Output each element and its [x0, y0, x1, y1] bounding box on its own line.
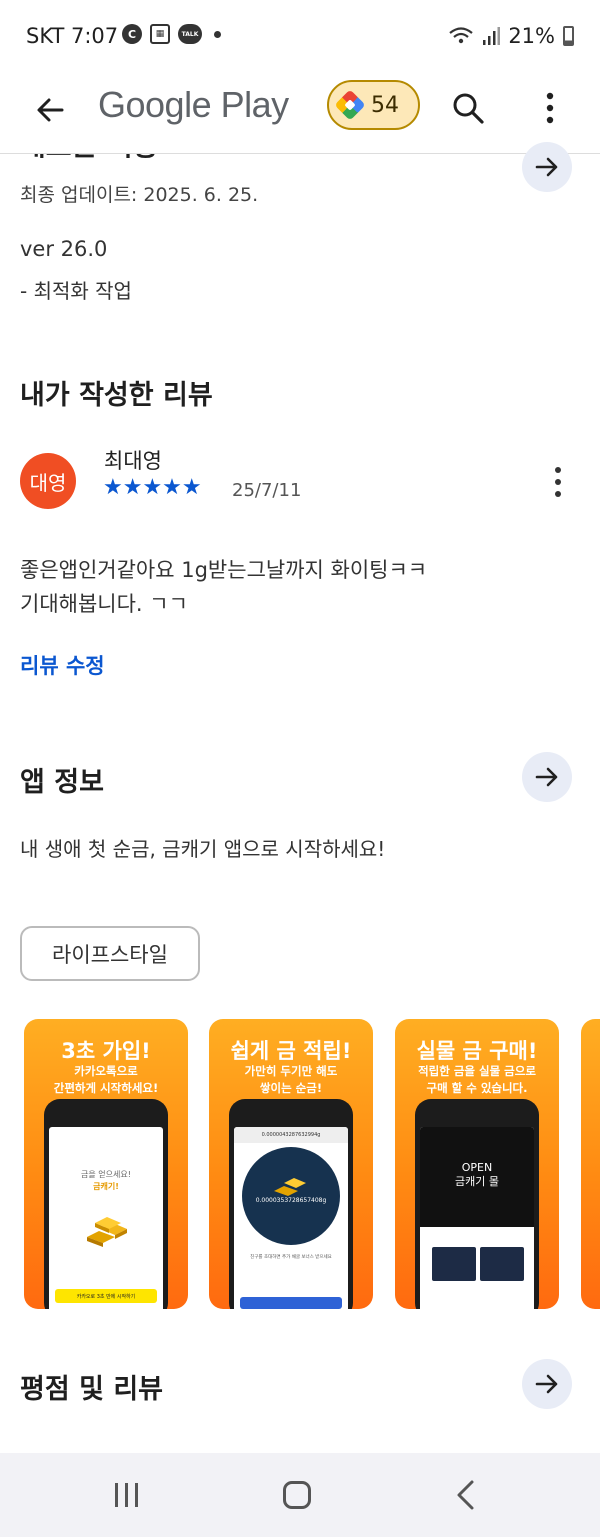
app-bar-title: Google Play	[98, 84, 289, 125]
screen-footer: 친구를 초대하면 추가 채굴 보너스 받으세요	[250, 1255, 332, 1260]
review-more-button[interactable]	[546, 462, 570, 502]
arrow-back-icon	[37, 98, 64, 122]
play-points-badge[interactable]: 54	[327, 80, 420, 130]
app-info-heading: 앱 정보	[20, 767, 104, 798]
recents-button[interactable]	[115, 1483, 145, 1507]
screenshot-2[interactable]: 쉽게 금 적립! 가만히 두기만 해도 쌓이는 순금! 0.0000043287…	[209, 1019, 373, 1309]
screen-text: 금을 얻으세요! 금캐기!	[49, 1169, 163, 1193]
screenshot-subtitle: 카카오톡으로 간편하게 시작하세요!	[24, 1063, 188, 1097]
kakao-start-button: 카카오로 3초 만에 시작하기	[55, 1289, 157, 1303]
phone-screen: OPEN 금캐기 몰	[420, 1127, 534, 1309]
mall-open-text: OPEN 금캐기 몰	[420, 1161, 534, 1189]
gold-amount: 0.0000353728657408g	[255, 1197, 327, 1204]
phone-screen: 금을 얻으세요! 금캐기! 카카오로 3초 만에 시작하기	[49, 1127, 163, 1309]
product-thumbnail	[432, 1247, 476, 1281]
battery-percent: 21%	[508, 24, 555, 48]
time-label: 7:07	[71, 24, 119, 48]
screen-top-value: 0.0000043287632994g	[234, 1127, 348, 1143]
review-text: 좋은앱인거같아요 1g받는그날까지 화이팅ㅋㅋ 기대해봅니다. ㄱㄱ	[20, 553, 580, 621]
dot-icon	[214, 30, 221, 38]
points-value: 54	[371, 92, 399, 118]
app-bar: Google Play 54	[0, 72, 600, 154]
system-icons: 21%	[448, 24, 574, 48]
category-chip[interactable]: 라이프스타일	[20, 926, 200, 981]
review-text-line: 기대해봅니다. ㄱㄱ	[20, 592, 188, 616]
mall-open-line: OPEN	[461, 1161, 493, 1174]
screen-text-line: 금을 얻으세요!	[81, 1170, 131, 1179]
battery-icon	[563, 26, 574, 46]
screenshot-subtitle-line: 적립한 금을 실물 금으로	[418, 1064, 536, 1078]
phone-mockup: 0.0000043287632994g 0.0000353728657408g …	[229, 1099, 353, 1309]
star-rating: ★★★★★	[103, 475, 202, 500]
screenshot-subtitle-line: 카카오톡으로	[74, 1064, 138, 1078]
arrow-forward-icon	[535, 1374, 558, 1394]
system-nav-bar	[0, 1453, 600, 1537]
back-button[interactable]	[28, 88, 72, 132]
screenshot-title: 3초 가입!	[61, 1039, 151, 1063]
product-thumbnail	[480, 1247, 524, 1281]
screenshot-title: 실물 금 구매!	[416, 1039, 538, 1063]
notification-icons: C ▦ TALK	[122, 24, 221, 44]
app-info-arrow-button[interactable]	[522, 752, 572, 802]
search-icon	[453, 93, 484, 124]
screenshot-subtitle: 가만히 두기만 해도 쌓이는 순금!	[209, 1063, 373, 1097]
arrow-forward-icon	[535, 767, 558, 787]
mining-circle	[242, 1147, 340, 1245]
phone-mockup: OPEN 금캐기 몰	[415, 1099, 539, 1309]
signal-icon	[483, 27, 501, 45]
carrier-label: SKT	[26, 24, 65, 48]
avatar: 대영	[20, 453, 76, 509]
more-vert-icon	[546, 92, 554, 124]
edit-review-link[interactable]: 리뷰 수정	[20, 650, 105, 680]
screenshot-1[interactable]: 3초 가입! 카카오톡으로 간편하게 시작하세요! 금을 얻으세요! 금캐기! …	[24, 1019, 188, 1309]
screenshot-subtitle-line: 쌓이는 순금!	[259, 1081, 323, 1095]
review-date: 25/7/11	[232, 480, 302, 501]
whats-new-arrow-button[interactable]	[522, 142, 572, 192]
review-text-line: 좋은앱인거같아요 1g받는그날까지 화이팅ㅋㅋ	[20, 558, 428, 582]
screen-button	[240, 1297, 342, 1309]
talk-icon: TALK	[178, 24, 202, 44]
play-points-icon	[334, 89, 366, 121]
arrow-forward-icon	[535, 157, 558, 177]
ratings-heading: 평점 및 리뷰	[20, 1374, 163, 1405]
wifi-icon	[449, 27, 474, 44]
phone-screen: 0.0000043287632994g 0.0000353728657408g …	[234, 1127, 348, 1309]
last-updated: 최종 업데이트: 2025. 6. 25.	[20, 184, 259, 206]
nav-back-button[interactable]	[454, 1479, 478, 1511]
screenshot-subtitle-line: 간편하게 시작하세요!	[53, 1081, 159, 1095]
screenshot-title: 쉽게 금 적립!	[230, 1039, 352, 1063]
release-notes: - 최적화 작업	[20, 279, 132, 303]
more-vert-icon	[555, 467, 561, 497]
gold-bars-icon	[87, 1217, 127, 1247]
gold-bars-icon	[274, 1178, 306, 1196]
screenshot-3[interactable]: 실물 금 구매! 적립한 금을 실물 금으로 구매 할 수 있습니다. OPEN…	[395, 1019, 559, 1309]
status-time: SKT 7:07	[26, 24, 118, 48]
screenshot-subtitle-line: 가만히 두기만 해도	[244, 1064, 338, 1078]
more-options-button[interactable]	[532, 86, 568, 130]
status-bar: SKT 7:07 C ▦ TALK 21%	[0, 0, 600, 72]
my-review-heading: 내가 작성한 리뷰	[20, 380, 213, 411]
c-icon: C	[122, 24, 142, 44]
mall-banner: OPEN 금캐기 몰	[420, 1127, 534, 1227]
search-button[interactable]	[446, 86, 490, 130]
app-description: 내 생애 첫 순금, 금캐기 앱으로 시작하세요!	[20, 837, 386, 861]
reviewer-name: 최대영	[104, 449, 162, 473]
screenshot-subtitle: 적립한 금을 실물 금으로 구매 할 수 있습니다.	[395, 1063, 559, 1097]
screenshot-4-peek[interactable]	[581, 1019, 600, 1309]
home-button[interactable]	[283, 1481, 311, 1509]
ratings-arrow-button[interactable]	[522, 1359, 572, 1409]
screenshot-subtitle-line: 구매 할 수 있습니다.	[426, 1081, 528, 1095]
version-text: ver 26.0	[20, 237, 108, 261]
mall-open-line: 금캐기 몰	[455, 1175, 499, 1188]
screen-text-line: 금캐기!	[93, 1182, 119, 1191]
calendar-icon: ▦	[150, 24, 170, 44]
phone-mockup: 금을 얻으세요! 금캐기! 카카오로 3초 만에 시작하기	[44, 1099, 168, 1309]
